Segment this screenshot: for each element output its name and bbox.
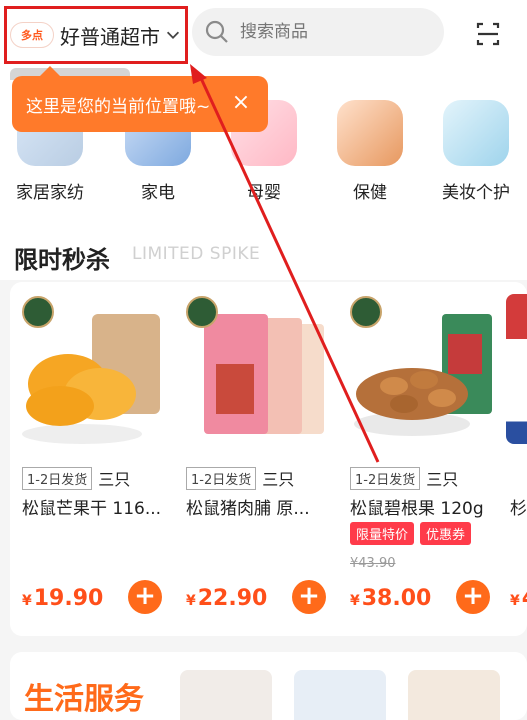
store-selector[interactable]: 多点 好普通超市 bbox=[6, 6, 188, 64]
brand-name: 三只 bbox=[426, 470, 459, 489]
product-price: ¥22.90 bbox=[186, 586, 268, 611]
flash-sale-products: 1-2日发货 三只 松鼠芒果干 116... ¥19.90 + 1-2日发货 三… bbox=[10, 282, 527, 636]
store-logo-badge: 多点 bbox=[10, 22, 54, 48]
brand-logo-badge bbox=[350, 296, 382, 328]
product-title: 松鼠碧根果 120g bbox=[350, 499, 484, 519]
promo-tags: 限量特价 优惠券 bbox=[350, 522, 472, 545]
category-beauty[interactable]: 美妆个护 bbox=[426, 100, 526, 203]
top-bar: 多点 好普通超市 bbox=[0, 0, 527, 70]
life-service-title: 生活服务 bbox=[24, 682, 144, 717]
original-price: ¥43.90 bbox=[350, 556, 396, 571]
add-to-cart-button[interactable]: + bbox=[292, 580, 326, 614]
product-image bbox=[506, 294, 527, 444]
flash-sale-subtitle: LIMITED SPIKE bbox=[132, 244, 261, 264]
chevron-down-icon bbox=[166, 31, 180, 39]
category-health[interactable]: 保健 bbox=[320, 100, 420, 203]
tooltip-tail bbox=[40, 66, 60, 76]
close-icon[interactable]: × bbox=[228, 90, 254, 116]
scan-icon[interactable] bbox=[472, 18, 504, 50]
product-title: 松鼠芒果干 116... bbox=[22, 499, 162, 519]
flash-sale-title: 限时秒杀 bbox=[14, 246, 110, 274]
product-tagline: 1-2日发货 三只 bbox=[22, 466, 130, 490]
product-card[interactable]: 1-2日发货 三只 松鼠碧根果 120g 限量特价 优惠券 ¥43.90 ¥38… bbox=[338, 282, 498, 636]
category-label: 家居家纺 bbox=[16, 183, 84, 203]
location-tooltip: 这里是您的当前位置哦~ × bbox=[12, 66, 268, 132]
product-price: ¥19.90 bbox=[22, 586, 104, 611]
shipping-badge: 1-2日发货 bbox=[22, 466, 93, 490]
product-card[interactable]: 杉 ¥4 bbox=[502, 282, 527, 636]
product-price: ¥38.00 bbox=[350, 586, 432, 611]
brand-name: 三只 bbox=[262, 470, 295, 489]
shipping-badge: 1-2日发货 bbox=[186, 466, 257, 490]
life-service-section[interactable]: 生活服务 bbox=[10, 652, 527, 720]
tooltip-text: 这里是您的当前位置哦~ bbox=[26, 96, 211, 117]
product-card[interactable]: 1-2日发货 三只 松鼠猪肉脯 原... ¥22.90 + bbox=[174, 282, 334, 636]
brand-name: 三只 bbox=[98, 470, 131, 489]
service-thumbnail[interactable] bbox=[408, 670, 500, 720]
category-label: 家电 bbox=[141, 183, 175, 203]
brand-logo-badge bbox=[22, 296, 54, 328]
service-thumbnail[interactable] bbox=[294, 670, 386, 720]
search-icon bbox=[205, 20, 228, 43]
product-card[interactable]: 1-2日发货 三只 松鼠芒果干 116... ¥19.90 + bbox=[10, 282, 170, 636]
add-to-cart-button[interactable]: + bbox=[128, 580, 162, 614]
product-title: 杉 bbox=[510, 499, 527, 519]
health-icon bbox=[337, 100, 403, 166]
product-price: ¥4 bbox=[510, 586, 527, 611]
category-label: 美妆个护 bbox=[442, 183, 510, 203]
category-label: 母婴 bbox=[247, 183, 281, 203]
promo-tag: 限量特价 bbox=[350, 522, 415, 545]
service-thumbnail[interactable] bbox=[180, 670, 272, 720]
shipping-badge: 1-2日发货 bbox=[350, 466, 421, 490]
flash-sale-header: 限时秒杀 LIMITED SPIKE bbox=[0, 220, 527, 280]
product-tagline: 1-2日发货 三只 bbox=[186, 466, 294, 490]
promo-tag: 优惠券 bbox=[420, 522, 472, 545]
store-name: 好普通超市 bbox=[60, 24, 160, 49]
beauty-icon bbox=[443, 100, 509, 166]
add-to-cart-button[interactable]: + bbox=[456, 580, 490, 614]
brand-logo-badge bbox=[186, 296, 218, 328]
category-label: 保健 bbox=[353, 183, 387, 203]
search-input[interactable] bbox=[240, 22, 420, 42]
product-title: 松鼠猪肉脯 原... bbox=[186, 499, 310, 519]
search-box[interactable] bbox=[192, 8, 444, 56]
product-tagline: 1-2日发货 三只 bbox=[350, 466, 458, 490]
